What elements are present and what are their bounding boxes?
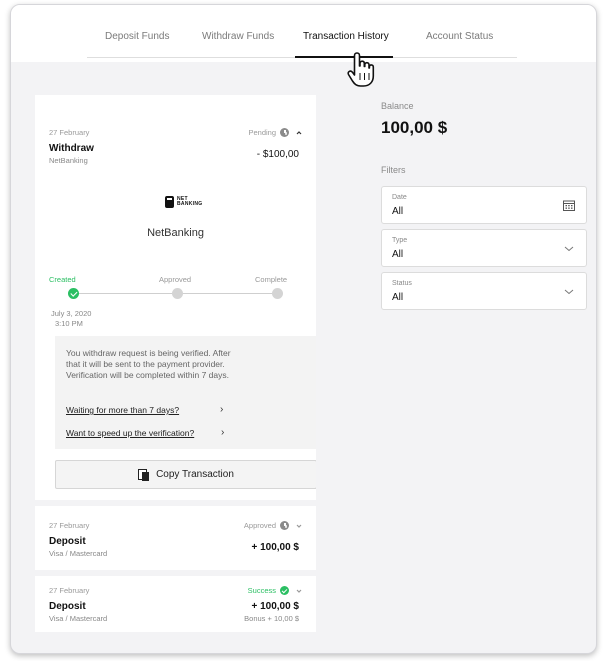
tab-withdraw-funds[interactable]: Withdraw Funds <box>202 31 274 42</box>
status-badge: Success <box>248 586 302 595</box>
date-filter[interactable]: Date All <box>381 186 587 224</box>
netbanking-logo: NET BANKING <box>165 196 202 208</box>
date-filter-label: Date <box>392 194 407 201</box>
chevron-down-icon[interactable] <box>563 286 575 297</box>
copy-transaction-button[interactable]: Copy Transaction <box>55 460 316 489</box>
status-label: Success <box>247 586 276 595</box>
step-created-label: Created <box>49 275 76 284</box>
app-window: Deposit Funds Withdraw Funds Transaction… <box>10 4 597 654</box>
step-created-check-icon <box>68 288 79 299</box>
status-filter[interactable]: Status All <box>381 272 587 310</box>
chevron-down-icon[interactable] <box>296 523 302 529</box>
balance-label: Balance <box>381 101 414 111</box>
verification-info-text: You withdraw request is being verified. … <box>66 348 231 380</box>
transaction-amount: + 100,00 $ <box>251 601 299 612</box>
type-filter-value: All <box>392 249 404 260</box>
balance-value: 100,00 $ <box>381 118 448 137</box>
speed-up-verification-link[interactable]: Want to speed up the verification? <box>66 428 194 438</box>
status-badge: Pending <box>248 128 302 137</box>
chevron-up-icon[interactable] <box>296 130 302 136</box>
tab-bar: Deposit Funds Withdraw Funds Transaction… <box>11 5 596 62</box>
chevron-right-icon[interactable]: › <box>220 404 223 415</box>
tab-transaction-history[interactable]: Transaction History <box>303 31 389 42</box>
active-tab-indicator <box>295 56 393 58</box>
chevron-right-icon[interactable]: › <box>221 427 224 438</box>
verification-info-box: You withdraw request is being verified. … <box>55 336 316 449</box>
transaction-title: Deposit <box>49 536 86 547</box>
divider <box>35 570 316 576</box>
date-filter-value: All <box>392 206 404 217</box>
tab-deposit-funds[interactable]: Deposit Funds <box>105 31 169 42</box>
netbanking-logo-mark <box>165 196 174 208</box>
transaction-title: Deposit <box>49 601 86 612</box>
chevron-down-icon[interactable] <box>563 243 575 254</box>
filters-label: Filters <box>381 165 406 175</box>
transaction-bonus: Bonus + 10,00 $ <box>244 614 299 623</box>
transaction-method: NetBanking <box>49 156 88 165</box>
transaction-date: 27 February <box>49 521 90 530</box>
transaction-list: 27 February Pending Withdraw NetBanking … <box>35 95 316 632</box>
copy-transaction-label: Copy Transaction <box>156 469 234 480</box>
calendar-icon[interactable] <box>563 200 575 211</box>
transaction-amount: + 100,00 $ <box>251 542 299 553</box>
status-label: Approved <box>243 521 276 530</box>
step-approved-dot <box>172 288 183 299</box>
step-approved-label: Approved <box>159 275 192 284</box>
transaction-method: Visa / Mastercard <box>49 549 108 558</box>
transaction-title: Withdraw <box>49 143 94 154</box>
netbanking-logo-text: NET BANKING <box>177 196 203 207</box>
status-badge: Approved <box>244 521 302 530</box>
type-filter[interactable]: Type All <box>381 229 587 267</box>
status-label: Pending <box>248 128 276 137</box>
clock-icon <box>280 128 289 137</box>
divider <box>35 500 316 506</box>
check-circle-icon <box>280 586 289 595</box>
type-filter-label: Type <box>392 237 408 244</box>
transaction-date: 27 February <box>49 128 90 137</box>
progress-steps: Created Approved Complete <box>49 275 287 305</box>
transaction-date: 27 February <box>49 586 90 595</box>
status-filter-label: Status <box>392 280 412 287</box>
copy-icon <box>138 468 149 481</box>
transaction-amount: - $100,00 <box>256 149 299 160</box>
step-complete-dot <box>272 288 283 299</box>
tab-account-status[interactable]: Account Status <box>426 31 493 42</box>
status-filter-value: All <box>392 292 404 303</box>
hand-pointer-cursor-icon <box>347 52 375 87</box>
chevron-down-icon[interactable] <box>296 588 302 594</box>
provider-name: NetBanking <box>147 227 204 239</box>
waiting-too-long-link[interactable]: Waiting for more than 7 days? <box>66 405 179 415</box>
clock-icon <box>280 521 289 530</box>
created-datetime: July 3, 2020 3:10 PM <box>51 309 92 328</box>
step-complete-label: Complete <box>255 275 288 284</box>
transaction-method: Visa / Mastercard <box>49 614 108 623</box>
